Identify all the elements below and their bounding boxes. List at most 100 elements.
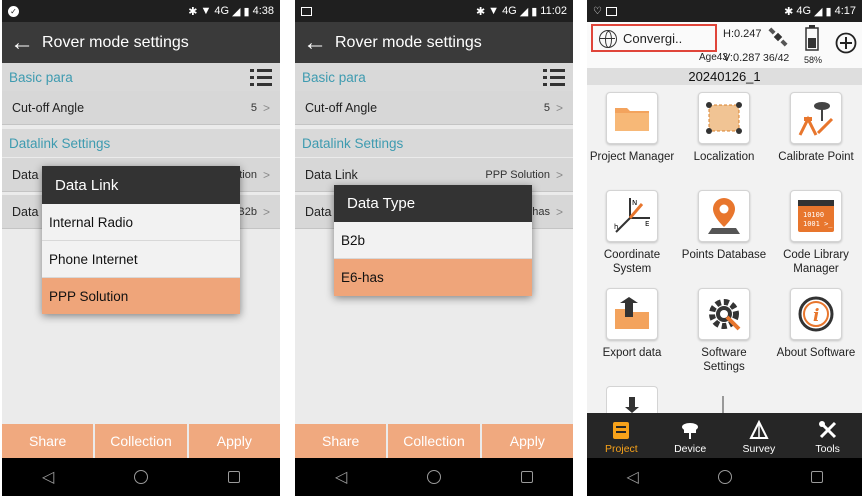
tile-software-settings[interactable]: Software Settings — [679, 288, 769, 374]
section-title: Datalink Settings — [302, 135, 404, 151]
calibrate-point-icon — [798, 102, 834, 136]
share-button[interactable]: Share — [295, 424, 387, 458]
tile-partial-import[interactable] — [606, 386, 658, 413]
chevron-right-icon: > — [262, 167, 270, 182]
dialog-title: Data Type — [334, 185, 532, 222]
tile-partial-divider — [722, 396, 724, 413]
tile-points-database[interactable]: Points Database — [679, 190, 769, 262]
tile-coordinate-system[interactable]: N Eh Coordinate System — [587, 190, 677, 276]
battery-icon: ▮ — [531, 5, 538, 18]
device-tab-icon — [682, 423, 699, 439]
back-arrow-icon[interactable]: ← — [2, 22, 42, 63]
tile-export-data[interactable]: Export data — [587, 288, 677, 360]
chevron-right-icon: > — [262, 100, 270, 115]
tile-label: Project Manager — [589, 151, 675, 163]
bluetooth-icon: ✱ — [784, 5, 794, 18]
status-time: 11:02 — [540, 5, 567, 17]
tile-icon-box — [698, 288, 750, 340]
points-database-icon — [708, 198, 740, 234]
tab-device[interactable]: Device — [656, 413, 725, 458]
tile-localization[interactable]: Localization — [679, 92, 769, 164]
tile-code-library-manager[interactable]: 10100 1001 >_ Code Library Manager — [771, 190, 861, 276]
phone-screen-data-type: ✱ ▼ 4G ◢ ▮ 11:02 ← Rover mode settings B… — [295, 0, 573, 496]
nav-back-icon[interactable]: ◁ — [42, 467, 54, 487]
page-title: Rover mode settings — [42, 33, 189, 51]
action-buttons: Share Collection Apply — [295, 424, 573, 458]
row-label: Data Link — [305, 167, 358, 182]
tile-label: Points Database — [681, 249, 767, 261]
tile-calibrate-point[interactable]: Calibrate Point — [771, 92, 861, 164]
row-value: tion — [239, 168, 257, 181]
chevron-right-icon: > — [555, 167, 563, 182]
nav-home-icon[interactable] — [427, 470, 442, 484]
wifi-icon: ▼ — [200, 5, 212, 17]
globe-icon — [599, 30, 617, 48]
share-button[interactable]: Share — [2, 424, 94, 458]
tile-project-manager[interactable]: Project Manager — [587, 92, 677, 164]
network-type: 4G — [214, 5, 230, 17]
svg-text:10100: 10100 — [803, 211, 824, 219]
tile-icon-box — [606, 92, 658, 144]
nav-back-icon[interactable]: ◁ — [626, 467, 638, 487]
option-ppp-solution[interactable]: PPP Solution — [42, 278, 240, 314]
tile-label: Localization — [693, 151, 755, 163]
tools-tab-icon — [818, 421, 836, 439]
status-bar: ♡ ✱ 4G ◢ ▮ 4:17 — [587, 0, 862, 22]
tab-label: Device — [674, 443, 707, 455]
apply-button[interactable]: Apply — [188, 424, 280, 458]
bluetooth-icon: ✱ — [475, 5, 486, 18]
option-internal-radio[interactable]: Internal Radio — [42, 204, 240, 241]
add-circle-icon[interactable] — [835, 32, 857, 54]
survey-tab-icon — [749, 420, 769, 439]
back-arrow-icon[interactable]: ← — [295, 22, 335, 63]
svg-text:E: E — [645, 220, 649, 228]
option-b2b[interactable]: B2b — [334, 222, 532, 259]
tile-about-software[interactable]: i About Software — [771, 288, 861, 360]
info-icon: i — [798, 296, 834, 332]
image-icon — [605, 6, 617, 16]
nav-home-icon[interactable] — [717, 470, 732, 484]
tile-label: Software Settings — [701, 347, 747, 373]
system-nav-bar: ◁ — [295, 458, 573, 496]
data-type-dialog: Data Type B2b E6-has — [334, 185, 532, 296]
page-title: Rover mode settings — [335, 33, 482, 51]
collection-button[interactable]: Collection — [95, 424, 187, 458]
option-phone-internet[interactable]: Phone Internet — [42, 241, 240, 278]
collection-button[interactable]: Collection — [388, 424, 480, 458]
chevron-right-icon: > — [262, 204, 270, 219]
tab-tools[interactable]: Tools — [793, 413, 862, 458]
row-label: Data — [12, 204, 39, 219]
nav-recents-icon[interactable] — [228, 471, 241, 483]
cutoff-angle-row[interactable]: Cut-off Angle 5 > — [295, 91, 573, 125]
row-value: B2b — [237, 205, 257, 218]
section-datalink-settings: Datalink Settings — [2, 129, 280, 157]
system-nav-bar: ◁ — [2, 458, 280, 496]
nav-back-icon[interactable]: ◁ — [335, 467, 347, 487]
gnss-status-header: Convergi.. H:0.247 Age43 V:0.287 36/42 5… — [587, 22, 862, 68]
bluetooth-icon: ✱ — [188, 5, 198, 18]
v-precision: V:0.287 — [723, 52, 761, 64]
notification-icon: ♡ — [593, 5, 602, 17]
solution-status-box[interactable]: Convergi.. — [591, 24, 717, 52]
battery-icon: ▮ — [825, 5, 832, 18]
signal-icon: ◢ — [519, 5, 529, 18]
nav-recents-icon[interactable] — [810, 471, 823, 483]
folder-icon — [615, 108, 649, 131]
apply-button[interactable]: Apply — [481, 424, 573, 458]
nav-home-icon[interactable] — [134, 470, 149, 484]
tab-project[interactable]: Project — [587, 413, 656, 458]
nav-recents-icon[interactable] — [521, 471, 534, 483]
receiver-battery-icon — [805, 25, 819, 51]
tab-label: Project — [605, 443, 638, 455]
wifi-icon: ▼ — [488, 5, 500, 17]
cutoff-angle-row[interactable]: Cut-off Angle 5 > — [2, 91, 280, 125]
row-value: has — [532, 205, 550, 218]
tab-label: Tools — [815, 443, 840, 455]
list-menu-icon[interactable] — [543, 67, 565, 87]
list-menu-icon[interactable] — [250, 67, 272, 87]
satellite-count: 36/42 — [763, 52, 790, 64]
section-datalink-settings: Datalink Settings — [295, 129, 573, 157]
option-e6-has[interactable]: E6-has — [334, 259, 532, 296]
receiver-battery-pct: 58% — [804, 55, 823, 65]
tab-survey[interactable]: Survey — [725, 413, 794, 458]
